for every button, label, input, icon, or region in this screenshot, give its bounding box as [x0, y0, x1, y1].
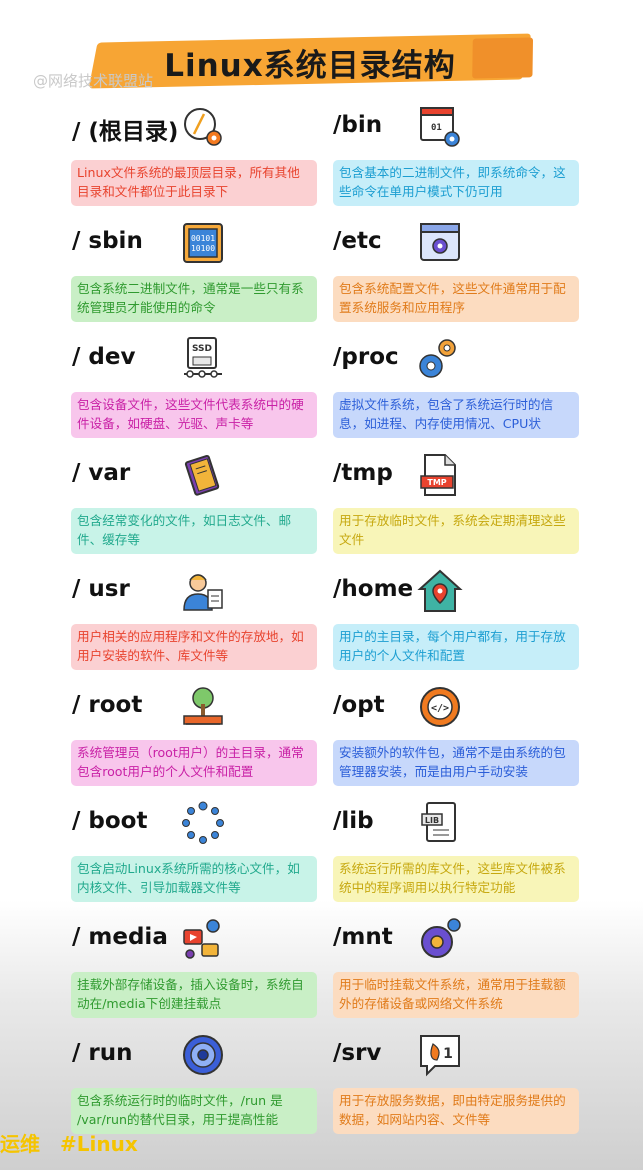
directory-description: 用户的主目录，每个用户都有，用于存放用户的个人文件和配置 [333, 624, 579, 670]
footer-tag-linux: #Linux [60, 1132, 138, 1156]
directory-name: / var [72, 460, 131, 486]
directory-name: / sbin [72, 228, 143, 254]
svg-text:1: 1 [443, 1046, 453, 1062]
directory-description: 虚拟文件系统，包含了系统运行时的信息，如进程、内存使用情况、CPU状 [333, 392, 579, 438]
loading-icon [180, 800, 226, 846]
title-banner: Linux系统目录结构 [88, 30, 532, 90]
code-gear-icon: </> [417, 684, 463, 730]
directory-name: / dev [72, 344, 136, 370]
directory-description: 包含基本的二进制文件，即系统命令，这些命令在单用户模式下仍可用 [333, 160, 579, 206]
book-icon [180, 452, 226, 498]
svg-text:</>: </> [431, 703, 449, 714]
directory-description: 用于临时挂载文件系统，通常用于挂载额外的存储设备或网络文件系统 [333, 972, 579, 1018]
directory-description: 用于存放服务数据，即由特定服务提供的数据，如网站内容、文件等 [333, 1088, 579, 1134]
lib-file-icon: LIB [417, 800, 463, 846]
footer-tags: 运维 #Linux [0, 1128, 158, 1157]
directory-name: / media [72, 924, 168, 950]
directory-name: /tmp [333, 460, 393, 486]
directory-description: 包含系统二进制文件，通常是一些只有系统管理员才能使用的命令 [71, 276, 317, 322]
watermark: @网络技术联盟站 [33, 72, 154, 90]
svg-text:01: 01 [431, 123, 442, 133]
directory-name: / (根目录) [72, 119, 179, 145]
tmp-file-icon: TMP [417, 452, 463, 498]
directory-name: /etc [333, 228, 382, 254]
directory-description: 包含经常变化的文件，如日志文件、邮件、缓存等 [71, 508, 317, 554]
directory-description: 挂载外部存储设备，插入设备时，系统自动在/media下创建挂载点 [71, 972, 317, 1018]
root-dir-icon [180, 104, 226, 150]
directory-name: /lib [333, 808, 374, 834]
mount-gear-icon [417, 916, 463, 962]
directory-name: / usr [72, 576, 130, 602]
directory-name: /bin [333, 112, 383, 138]
directory-description: Linux文件系统的最顶层目录，所有其他目录和文件都位于此目录下 [71, 160, 317, 206]
svg-text:LIB: LIB [425, 816, 439, 825]
directory-name: / run [72, 1040, 133, 1066]
binary-window-icon: 01 [417, 104, 463, 150]
home-icon [417, 568, 463, 614]
directory-name: /mnt [333, 924, 393, 950]
directory-description: 系统管理员（root用户）的主目录，通常包含root用户的个人文件和配置 [71, 740, 317, 786]
user-icon [180, 568, 226, 614]
directory-name: /srv [333, 1040, 382, 1066]
target-icon [180, 1032, 226, 1078]
svg-text:TMP: TMP [427, 478, 446, 487]
directory-name: /opt [333, 692, 385, 718]
svg-text:SSD: SSD [192, 344, 212, 354]
ssd-icon: SSD [180, 336, 226, 382]
directory-name: /proc [333, 344, 399, 370]
footer-tag-ops: 运维 [0, 1132, 40, 1156]
svg-text:00101: 00101 [191, 234, 215, 243]
directory-name: /home [333, 576, 414, 602]
media-icon [180, 916, 226, 962]
svg-text:10100: 10100 [191, 244, 215, 253]
directory-name: / boot [72, 808, 148, 834]
binary-chip-icon: 00101 10100 [180, 220, 226, 266]
page-title: Linux系统目录结构 [164, 48, 456, 84]
config-window-icon [417, 220, 463, 266]
directory-description: 用户相关的应用程序和文件的存放地，如用户安装的软件、库文件等 [71, 624, 317, 670]
directory-description: 安装额外的软件包，通常不是由系统的包管理器安装，而是由用户手动安装 [333, 740, 579, 786]
directory-description: 包含系统配置文件，这些文件通常用于配置系统服务和应用程序 [333, 276, 579, 322]
directory-description: 包含设备文件，这些文件代表系统中的硬件设备，如硬盘、光驱、声卡等 [71, 392, 317, 438]
tree-icon [180, 684, 226, 730]
directory-description: 用于存放临时文件，系统会定期清理这些文件 [333, 508, 579, 554]
service-icon: 1 [417, 1032, 463, 1078]
directory-description: 系统运行所需的库文件，这些库文件被系统中的程序调用以执行特定功能 [333, 856, 579, 902]
directory-name: / root [72, 692, 143, 718]
gears-icon [417, 336, 463, 382]
directory-description: 包含启动Linux系统所需的核心文件，如内核文件、引导加载器文件等 [71, 856, 317, 902]
